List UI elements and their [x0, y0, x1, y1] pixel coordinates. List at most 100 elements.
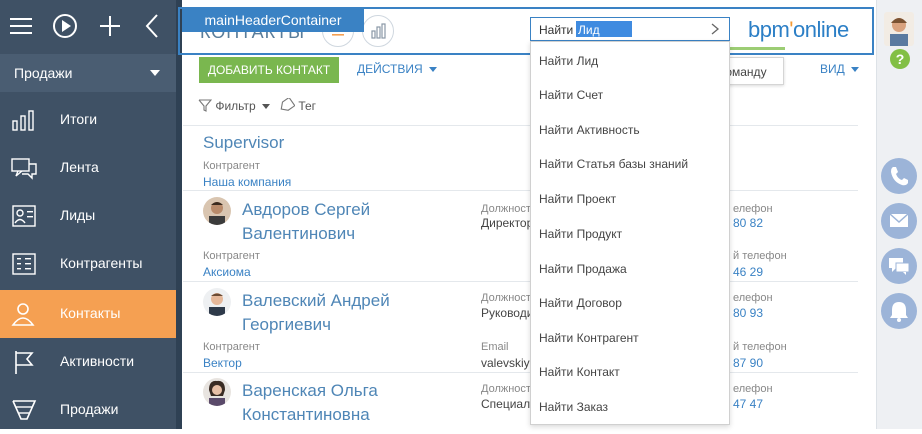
dropdown-item-find-project[interactable]: Найти Проект [539, 192, 616, 206]
add-contact-button[interactable]: ДОБАВИТЬ КОНТАКТ [199, 57, 339, 83]
sidebar-item-label: Итоги [60, 111, 98, 127]
dropdown-item-find-knowledge-article[interactable]: Найти Статья базы знаний [539, 157, 688, 171]
sidebar: Продажи Итоги Лента Лиды Контрагенты Кон… [0, 0, 176, 429]
account-link[interactable]: Вектор [203, 356, 242, 370]
chevron-down-icon [261, 104, 270, 110]
phone-link[interactable]: 80 93 [733, 306, 763, 320]
position-label: Должност [481, 383, 531, 395]
main-header-container-label: mainHeaderContainer [182, 9, 364, 32]
account-link[interactable]: Наша компания [203, 175, 291, 189]
divider [183, 125, 858, 126]
position-value: Специал [481, 397, 531, 411]
avatar [203, 197, 231, 225]
play-icon[interactable] [49, 10, 81, 42]
chevron-down-icon [150, 70, 160, 76]
sidebar-item-accounts[interactable]: Контрагенты [0, 240, 176, 288]
chat-button[interactable] [881, 248, 917, 284]
view-label: ВИД [820, 62, 845, 76]
email-button[interactable] [881, 203, 917, 239]
position-label: Должност [481, 203, 531, 215]
chevron-down-icon [850, 67, 859, 73]
contact-name-link-line2[interactable]: Валентинович [242, 222, 355, 246]
chat-bubbles-icon [889, 258, 910, 275]
command-typed-text: Найти [539, 23, 574, 37]
contact-name-link[interactable]: Варенская Ольга [242, 379, 378, 403]
phone-button[interactable] [881, 158, 917, 194]
email-value[interactable]: valevskiy [481, 356, 530, 370]
lead-card-icon [12, 205, 36, 227]
filter-button[interactable]: Фильтр [198, 98, 270, 113]
hamburger-menu-icon[interactable] [5, 10, 37, 42]
command-selected-text: Лид [578, 23, 600, 37]
envelope-icon [889, 213, 909, 227]
help-icon[interactable]: ? [890, 49, 910, 69]
command-line-input[interactable]: Найти Лид [530, 17, 730, 41]
mobile-label: й телефон [733, 341, 787, 353]
dropdown-item-find-opportunity[interactable]: Найти Продажа [539, 262, 627, 276]
funnel-icon [198, 99, 213, 112]
dropdown-item-find-contract[interactable]: Найти Договор [539, 296, 622, 310]
tag-label: Тег [298, 99, 317, 113]
sidebar-item-label: Продажи [60, 401, 119, 417]
mobile-link[interactable]: 87 90 [733, 356, 763, 370]
sidebar-item-feed[interactable]: Лента [0, 144, 176, 192]
mobile-label: й телефон [733, 250, 787, 262]
user-profile-avatar[interactable] [884, 12, 914, 46]
position-value: Руководи [481, 306, 534, 320]
command-suggestions-dropdown: Найти Лид Найти Счет Найти Активность На… [530, 41, 730, 425]
contact-name-link-line2[interactable]: Константиновна [242, 403, 370, 427]
bpmonline-logo: bpm'online [748, 17, 849, 43]
sidebar-item-leads[interactable]: Лиды [0, 192, 176, 240]
bar-chart-icon [12, 110, 34, 131]
sidebar-item-opportunities[interactable]: Продажи [0, 386, 176, 434]
account-label: Контрагент [203, 341, 260, 353]
back-chevron-icon[interactable] [137, 10, 169, 42]
avatar [203, 288, 231, 316]
filter-label: Фильтр [215, 99, 256, 113]
phone-label: елефон [733, 383, 773, 395]
mobile-link[interactable]: 46 29 [733, 265, 763, 279]
section-select-label: Продажи [14, 65, 73, 81]
account-link[interactable]: Аксиома [203, 265, 251, 279]
logo-text-left: bpm [748, 17, 790, 42]
section-select[interactable]: Продажи [0, 54, 176, 92]
phone-link[interactable]: 47 47 [733, 397, 763, 411]
divider [183, 372, 858, 373]
position-label: Должност [481, 292, 531, 304]
building-icon [12, 253, 36, 275]
sidebar-item-label: Контакты [60, 305, 121, 321]
sidebar-item-dashboards[interactable]: Итоги [0, 96, 176, 144]
bell-icon [890, 302, 908, 322]
dropdown-item-find-account[interactable]: Найти Контрагент [539, 331, 639, 345]
dropdown-item-find-contact[interactable]: Найти Контакт [539, 365, 620, 379]
dropdown-item-find-order[interactable]: Найти Заказ [539, 400, 608, 414]
actions-button[interactable]: ДЕЙСТВИЯ [357, 62, 437, 76]
flag-icon [15, 351, 34, 374]
phone-link[interactable]: 80 82 [733, 216, 763, 230]
sidebar-item-label: Активности [60, 353, 135, 369]
contact-name-link[interactable]: Валевский Андрей [242, 289, 390, 313]
contact-name-link[interactable]: Авдоров Сергей [242, 198, 370, 222]
position-value: Директор [481, 216, 534, 230]
contact-name-link[interactable]: Supervisor [203, 131, 284, 155]
tag-button[interactable]: Тег [279, 96, 317, 113]
sidebar-item-label: Контрагенты [60, 255, 143, 271]
dropdown-item-find-activity[interactable]: Найти Активность [539, 123, 640, 137]
chevron-right-icon[interactable] [709, 23, 721, 35]
dropdown-item-find-product[interactable]: Найти Продукт [539, 227, 622, 241]
phone-icon [891, 167, 908, 186]
account-label: Контрагент [203, 250, 260, 262]
dropdown-item-find-lead[interactable]: Найти Лид [539, 54, 598, 68]
dropdown-item-find-invoice[interactable]: Найти Счет [539, 88, 603, 102]
person-icon [11, 303, 35, 326]
sidebar-item-activities[interactable]: Активности [0, 338, 176, 386]
email-label: Email [481, 341, 509, 353]
plus-icon[interactable] [94, 10, 126, 42]
sidebar-item-label: Лента [60, 159, 99, 175]
sidebar-item-contacts[interactable]: Контакты [0, 290, 176, 338]
account-label: Контрагент [203, 160, 260, 172]
funnel-icon [12, 400, 37, 420]
notifications-button[interactable] [881, 293, 917, 329]
contact-name-link-line2[interactable]: Георгиевич [242, 313, 331, 337]
view-button[interactable]: ВИД [820, 62, 859, 76]
